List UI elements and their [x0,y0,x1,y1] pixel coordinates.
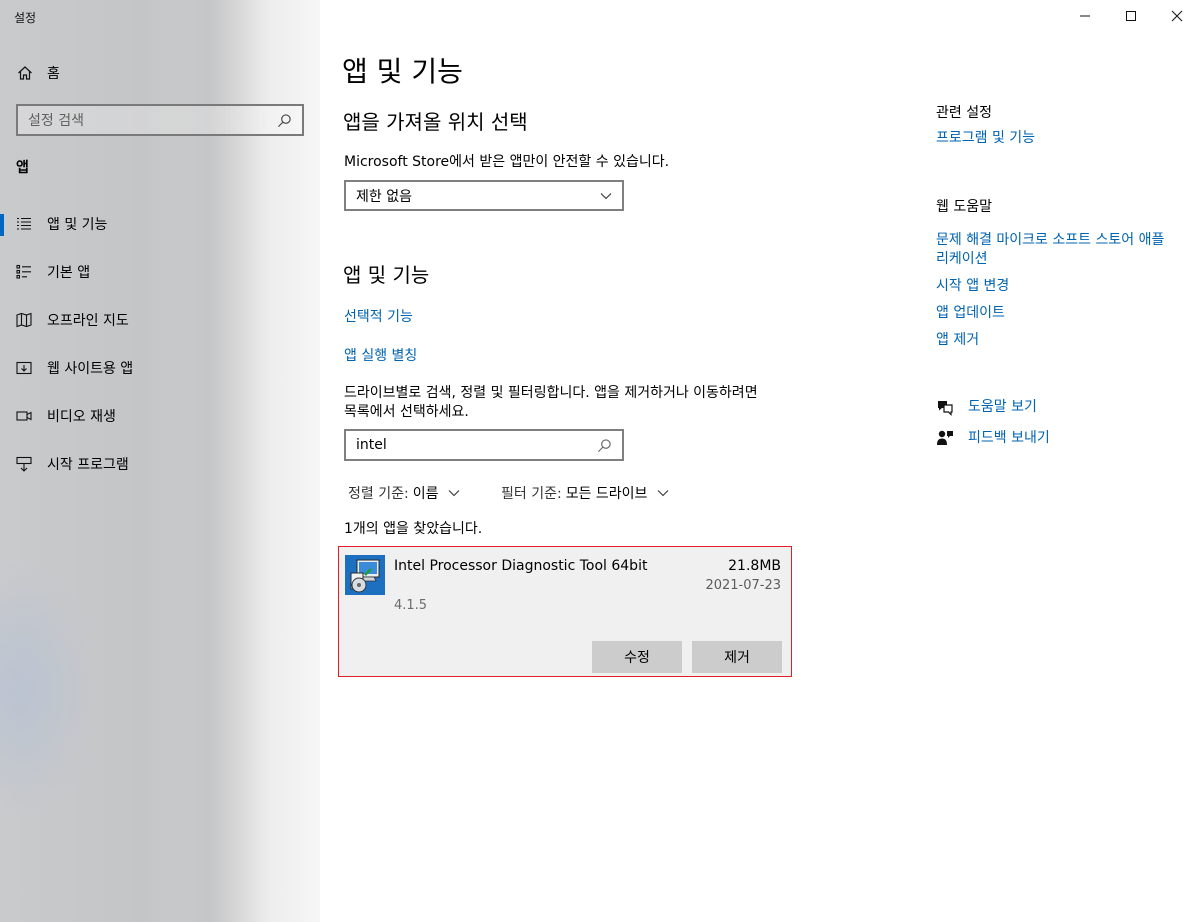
chevron-down-icon [600,192,612,199]
send-feedback-link[interactable]: 피드백 보내기 [968,429,1200,448]
apps-section-description-line1: 드라이브별로 검색, 정렬 및 필터링합니다. 앱을 제거하거나 이동하려면 [344,385,758,401]
sidebar-item-apps-for-websites[interactable]: 웹 사이트용 앱 [0,346,320,390]
app-version: 4.1.5 [394,598,428,613]
app-execution-aliases-link[interactable]: 앱 실행 별칭 [344,345,417,365]
installer-app-icon [345,555,385,595]
app-search-value: intel [356,437,387,453]
sidebar-item-label: 오프라인 지도 [47,313,129,329]
related-settings-heading: 관련 설정 [936,105,992,121]
sidebar-item-video-playback[interactable]: 비디오 재생 [0,394,320,438]
programs-features-link[interactable]: 프로그램 및 기능 [936,129,1186,148]
help-link-change-startup[interactable]: 시작 앱 변경 [936,277,1186,296]
get-help-link[interactable]: 도움말 보기 [968,398,1200,417]
modify-button[interactable]: 수정 [592,641,682,673]
get-help-icon [938,401,953,416]
maximize-button[interactable] [1108,0,1154,32]
sidebar-item-label: 비디오 재생 [47,409,116,425]
chevron-down-icon [449,490,460,497]
uninstall-button[interactable]: 제거 [692,641,782,673]
sort-value: 이름 [412,486,439,502]
settings-search-input[interactable]: 설정 검색 [16,104,304,136]
page-title: 앱 및 기능 [342,55,463,88]
sidebar: 설정 홈 설정 검색 앱 앱 및 기능 기본 앱 오프라인 지도 웹 사이트용 … [0,0,320,922]
apps-section-description-line2: 목록에서 선택하세요. [344,404,469,420]
minimize-icon [1080,15,1090,17]
sort-by-dropdown[interactable]: 정렬 기준: 이름 [348,483,460,503]
selection-indicator [0,214,4,236]
sidebar-item-label: 기본 앱 [47,265,91,281]
sidebar-item-startup[interactable]: 시작 프로그램 [0,442,320,486]
feedback-icon [937,430,953,445]
apps-features-icon [17,217,31,230]
install-section-description: Microsoft Store에서 받은 앱만이 안전할 수 있습니다. [344,154,670,170]
maximize-icon [1126,11,1136,21]
chevron-down-icon [658,490,669,497]
install-section-heading: 앱을 가져올 위치 선택 [343,110,528,134]
search-icon [598,438,611,452]
sidebar-item-apps-features[interactable]: 앱 및 기능 [0,202,320,246]
startup-icon [16,456,32,472]
help-link-app-updates[interactable]: 앱 업데이트 [936,304,1186,323]
close-button[interactable] [1154,0,1200,32]
sidebar-item-label: 앱 및 기능 [47,217,108,233]
minimize-button[interactable] [1062,0,1108,32]
app-name: Intel Processor Diagnostic Tool 64bit [394,558,648,574]
video-playback-icon [16,411,32,421]
apps-for-websites-icon [16,361,32,375]
app-list-item[interactable]: Intel Processor Diagnostic Tool 64bit 21… [338,546,792,677]
window-title: 설정 [14,11,37,25]
sidebar-item-offline-maps[interactable]: 오프라인 지도 [0,298,320,342]
result-count: 1개의 앱을 찾았습니다. [344,521,483,537]
search-placeholder: 설정 검색 [28,113,84,129]
filter-by-dropdown[interactable]: 필터 기준: 모든 드라이브 [501,483,669,503]
install-source-dropdown[interactable]: 제한 없음 [344,180,624,211]
app-search-input[interactable]: intel [344,429,624,461]
help-link-troubleshoot-store[interactable]: 문제 해결 마이크로 소프트 스토어 애플 리케이션 [936,231,1176,269]
background-blur [0,560,100,820]
sidebar-item-label: 웹 사이트용 앱 [47,361,134,377]
web-help-heading: 웹 도움말 [936,199,992,215]
sidebar-item-default-apps[interactable]: 기본 앱 [0,250,320,294]
optional-features-link[interactable]: 선택적 기능 [344,306,413,326]
home-icon [18,66,32,80]
section-label-apps: 앱 [16,160,29,176]
close-icon [1171,10,1183,22]
home-nav-item[interactable]: 홈 [17,62,60,84]
home-label: 홈 [47,66,60,82]
app-install-date: 2021-07-23 [705,578,781,593]
sort-label: 정렬 기준: [348,486,409,502]
apps-section-heading: 앱 및 기능 [343,263,430,287]
default-apps-icon [16,264,31,279]
offline-maps-icon [16,312,32,328]
filter-label: 필터 기준: [501,486,562,502]
sidebar-item-label: 시작 프로그램 [47,457,129,473]
help-link-remove-app[interactable]: 앱 제거 [936,331,1186,350]
filter-value: 모든 드라이브 [565,486,648,502]
search-icon [278,113,291,127]
app-size: 21.8MB [728,558,781,574]
dropdown-value: 제한 없음 [356,188,412,205]
